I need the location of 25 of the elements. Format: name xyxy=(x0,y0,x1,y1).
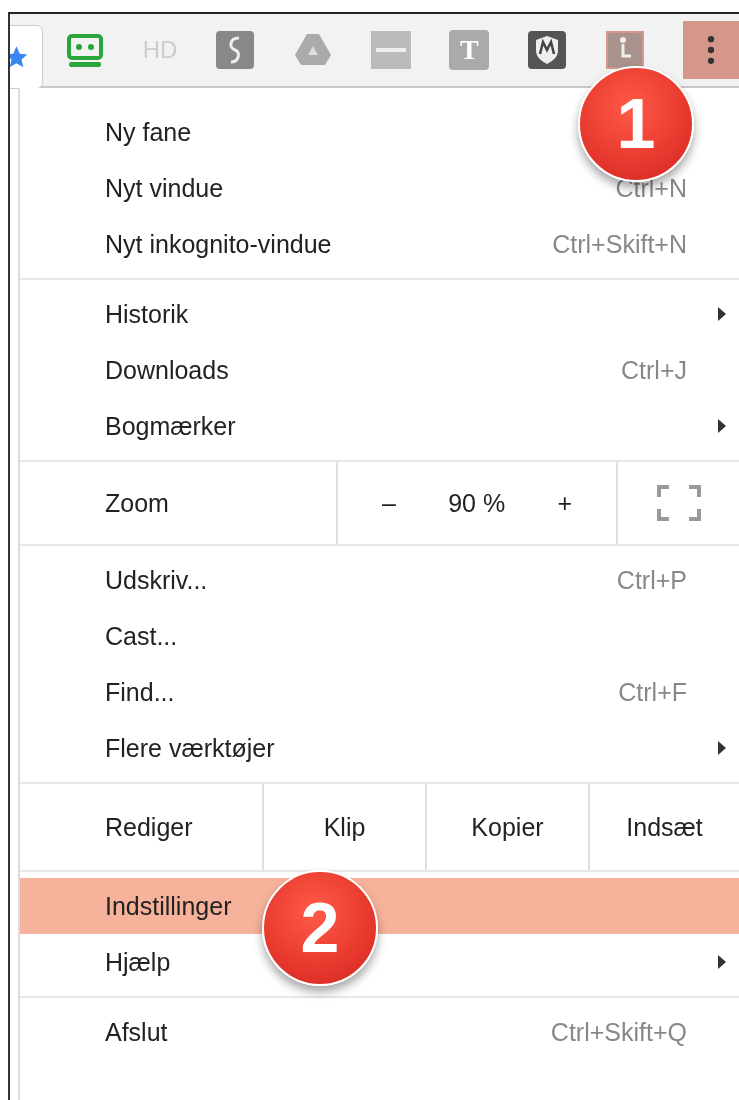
edit-button[interactable]: Kopier xyxy=(427,784,590,870)
menu-item[interactable]: Ny fane xyxy=(105,117,192,147)
menu-item[interactable]: Downloads xyxy=(105,355,229,385)
edit-button[interactable]: Indsæt xyxy=(590,784,739,870)
shortcut-label: Ctrl+Skift+Q xyxy=(550,1017,687,1047)
menu-item[interactable]: Find... xyxy=(105,677,175,707)
shortcut-label: Ctrl+J xyxy=(621,355,687,385)
shortcut-label: Ctrl+P xyxy=(616,565,687,595)
menu-item[interactable]: Bogmærker xyxy=(105,411,236,441)
shortcut-label: Ctrl+Skift+N xyxy=(552,229,687,259)
menu-item[interactable]: Udskriv... xyxy=(105,565,208,595)
zoom-in-button[interactable]: + xyxy=(549,488,580,518)
menu-item[interactable]: Afslut xyxy=(105,1017,168,1047)
menu-item[interactable]: Historik xyxy=(105,299,189,329)
zoom-value: 90 % xyxy=(448,488,506,518)
menu-item[interactable]: Nyt inkognito-vindue xyxy=(105,229,332,259)
zoom-label: Zoom xyxy=(20,462,338,544)
edit-label: Rediger xyxy=(20,784,264,870)
menu-item-label: Indstillinger xyxy=(105,891,232,921)
menu-item[interactable]: Cast... xyxy=(105,621,178,651)
menu-item[interactable]: Flere værktøjer xyxy=(105,733,275,763)
zoom-out-button[interactable]: – xyxy=(374,488,404,518)
menu-item[interactable]: Hjælp xyxy=(105,947,171,977)
shortcut-label: Ctrl+F xyxy=(618,677,687,707)
menu-item[interactable]: Nyt vindue xyxy=(105,173,224,203)
